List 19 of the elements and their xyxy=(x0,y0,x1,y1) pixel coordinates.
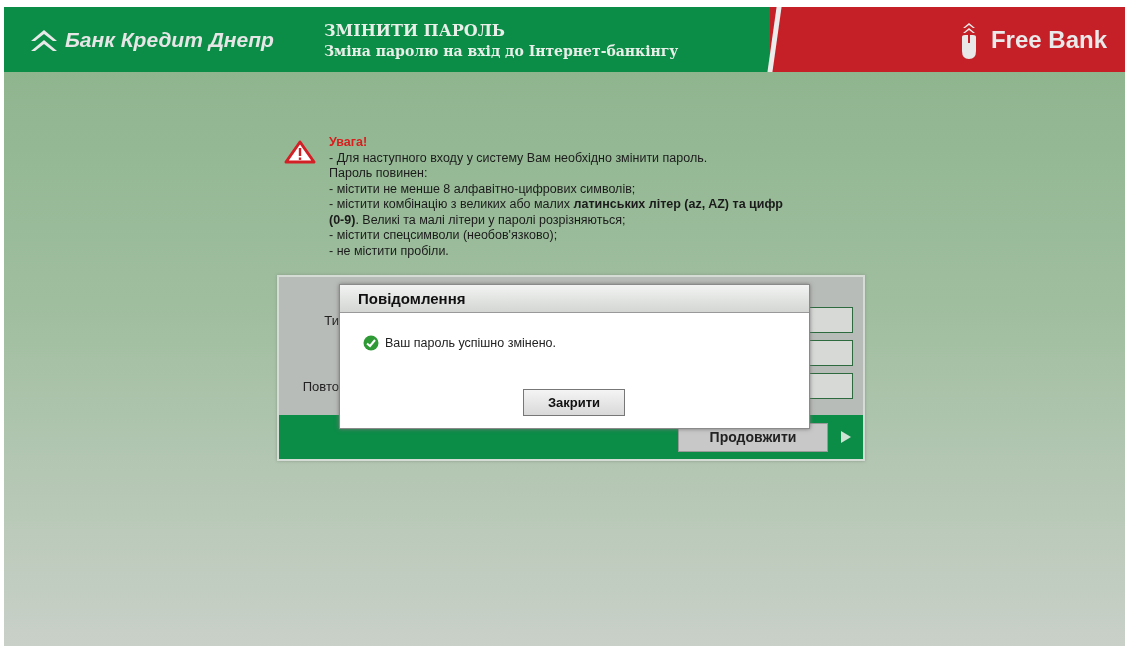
warning-icon xyxy=(284,140,316,164)
dialog-message: Ваш пароль успішно змінено. xyxy=(385,336,556,350)
page-title: ЗМІНИТИ ПАРОЛЬ xyxy=(324,20,507,40)
warning-line: - містити комбінацію з великих або малих латинських літер (az, AZ) та цифр (0-9). Великі та малі літери у паролі розрізняються; xyxy=(329,197,784,228)
page-subtitle: Зміна паролю на вхід до Інтернет-банкінгу xyxy=(324,42,679,59)
field-label: Ти xyxy=(324,312,339,328)
partner-logo-text: Free Bank xyxy=(990,25,1107,54)
bank-logo-text: Банк Кредит Днепр xyxy=(65,27,274,52)
check-icon xyxy=(363,335,379,351)
warning-line: - Для наступного входу у систему Вам необхідно змінити пароль. xyxy=(329,150,709,166)
warning-line: - містити не менше 8 алфавітно-цифрових символів; xyxy=(329,181,637,197)
close-button[interactable]: Закрити xyxy=(523,389,625,416)
warning-line: Пароль повинен: xyxy=(329,166,429,182)
play-arrow-icon xyxy=(841,431,851,443)
warning-line: - містити спецсимволи (необов'язково); xyxy=(329,228,559,244)
field-label: Повто xyxy=(302,378,339,394)
warning-heading: Увага! xyxy=(329,135,369,151)
dialog-title: Повідомлення xyxy=(358,290,466,307)
warning-line: - не містити пробіли. xyxy=(329,243,450,259)
